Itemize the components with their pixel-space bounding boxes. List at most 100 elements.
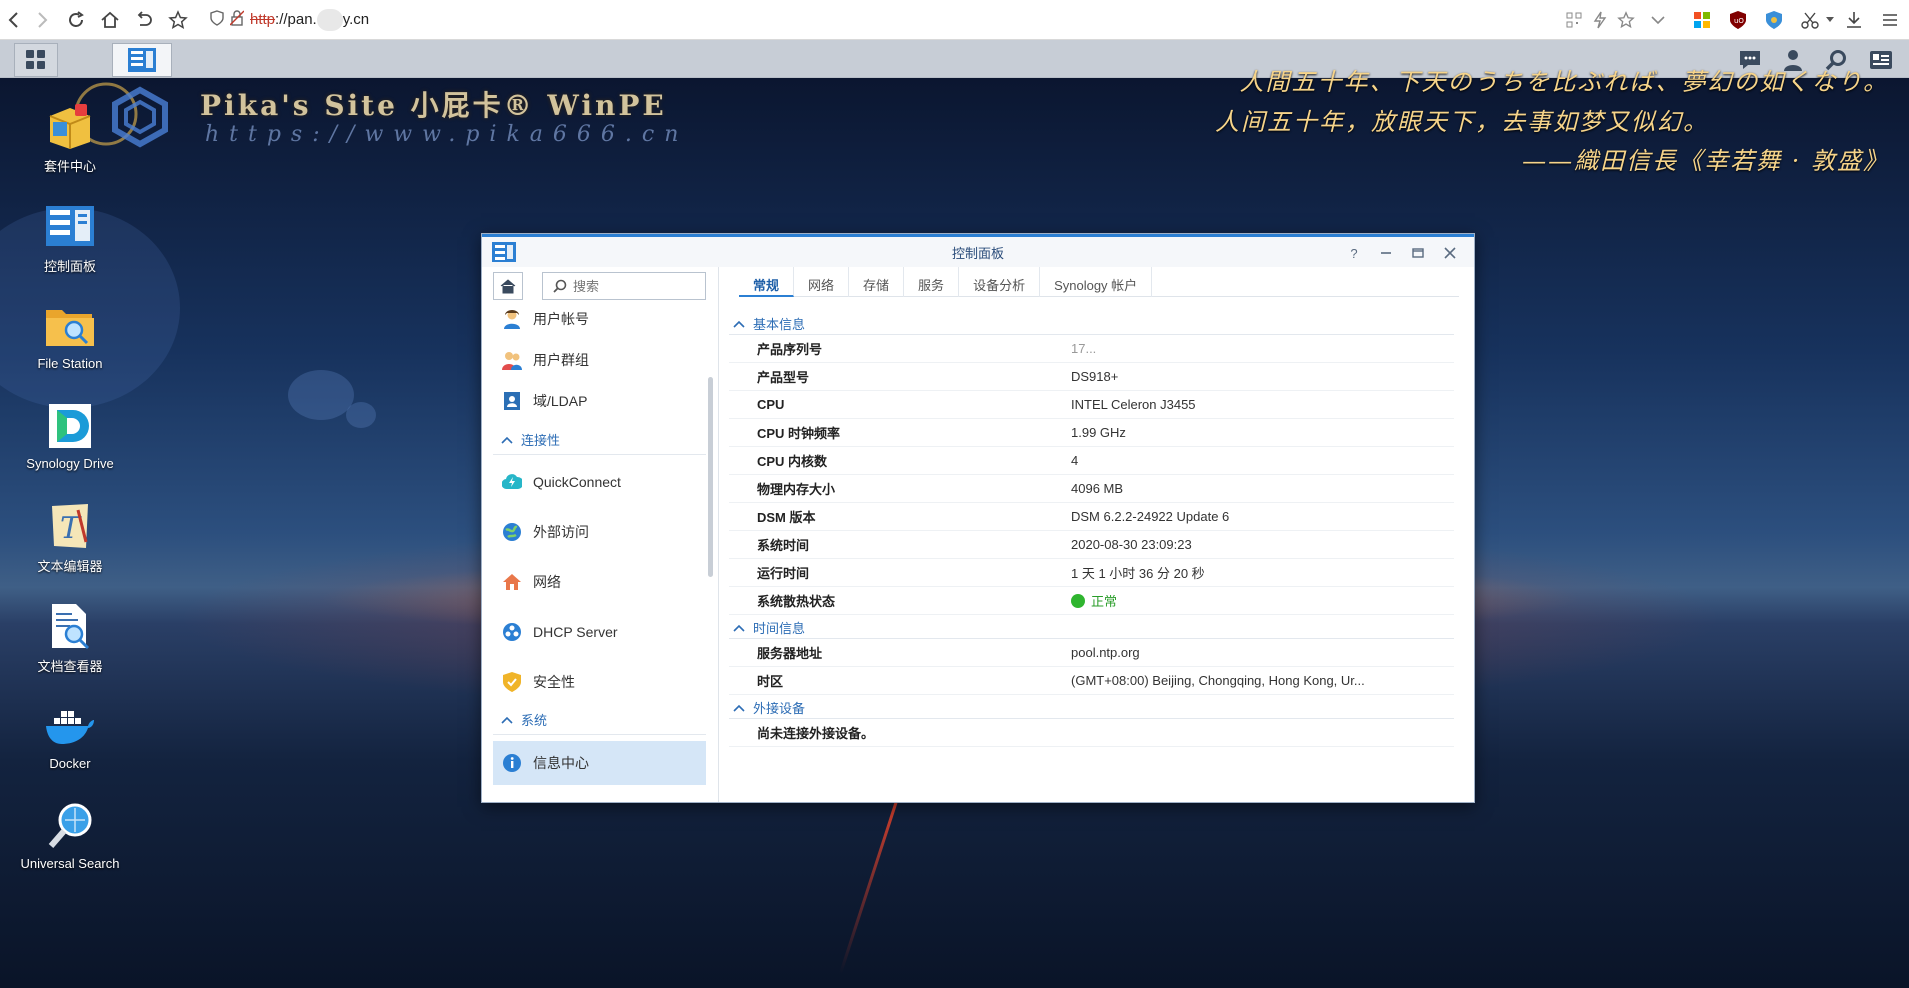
info-value: DS918+ bbox=[1071, 369, 1119, 384]
desktop-icon-label: 文档查看器 bbox=[37, 659, 103, 674]
maximize-icon[interactable] bbox=[1408, 244, 1428, 262]
forward-icon[interactable] bbox=[30, 8, 54, 32]
tab-device-analytics[interactable]: 设备分析 bbox=[959, 267, 1041, 297]
minimize-icon[interactable] bbox=[1376, 244, 1396, 262]
sidebar-item-dhcp-server[interactable]: DHCP Server bbox=[493, 610, 706, 654]
sidebar-item-label: 信息中心 bbox=[533, 755, 589, 771]
desktop-icon-document-viewer[interactable]: 文档查看器 bbox=[10, 602, 130, 675]
chevron-up-icon bbox=[733, 624, 745, 632]
favorite-star-icon[interactable] bbox=[1614, 8, 1638, 32]
home-button[interactable] bbox=[493, 272, 523, 300]
sidebar-item-user-group[interactable]: 用户群组 bbox=[493, 338, 706, 382]
tab-network[interactable]: 网络 bbox=[794, 267, 850, 297]
sidebar-item-label: 用户帐号 bbox=[533, 311, 589, 327]
background-glow bbox=[346, 402, 376, 428]
dhcp-server-icon bbox=[501, 621, 523, 643]
desktop-icon-synology-drive[interactable]: Synology Drive bbox=[10, 402, 130, 471]
window-title: 控制面板 bbox=[951, 245, 1004, 261]
insecure-lock-icon bbox=[229, 10, 245, 30]
apps-grid-icon[interactable] bbox=[1690, 8, 1714, 32]
window-title-bar[interactable]: 控制面板 ? bbox=[482, 237, 1474, 267]
info-row-system-time: 系统时间 2020-08-30 23:09:23 bbox=[729, 531, 1454, 559]
url-redacted bbox=[316, 9, 343, 31]
desktop-icon-label: File Station bbox=[37, 356, 103, 371]
menu-icon[interactable] bbox=[1878, 8, 1902, 32]
sidebar-item-network[interactable]: 网络 bbox=[493, 560, 706, 604]
info-value: 4 bbox=[1071, 453, 1079, 468]
sidebar-section-system[interactable]: 系统 bbox=[493, 705, 706, 735]
sidebar-item-info-center[interactable]: 信息中心 bbox=[493, 741, 706, 785]
info-row-uptime: 运行时间 1 天 1 小时 36 分 20 秒 bbox=[729, 559, 1454, 587]
tab-services[interactable]: 服务 bbox=[904, 267, 960, 297]
taskbar-control-panel[interactable] bbox=[112, 43, 172, 77]
main-menu-button[interactable] bbox=[14, 43, 58, 77]
desktop-icon-universal-search[interactable]: Universal Search bbox=[10, 802, 130, 871]
docker-icon bbox=[44, 702, 96, 750]
bookmark-star-icon[interactable] bbox=[166, 8, 190, 32]
reload-icon[interactable] bbox=[64, 8, 88, 32]
tab-synology-account[interactable]: Synology 帐户 bbox=[1040, 267, 1153, 297]
control-panel-icon bbox=[128, 48, 156, 72]
poem-line-3: ——織田信長《幸若舞 · 敦盛》 bbox=[1522, 147, 1889, 175]
undo-close-icon[interactable] bbox=[132, 8, 156, 32]
sidebar-section-connectivity[interactable]: 连接性 bbox=[493, 425, 706, 455]
help-icon[interactable]: ? bbox=[1344, 244, 1364, 262]
sidebar-item-user-account[interactable]: 用户帐号 bbox=[493, 307, 706, 341]
qr-code-icon[interactable] bbox=[1562, 8, 1586, 32]
home-icon[interactable] bbox=[98, 8, 122, 32]
ublock-icon[interactable]: uO bbox=[1726, 8, 1750, 32]
info-row-dsm-version: DSM 版本 DSM 6.2.2-24922 Update 6 bbox=[729, 503, 1454, 531]
shield-extension-icon[interactable] bbox=[1762, 8, 1786, 32]
quickconnect-icon bbox=[501, 471, 523, 493]
info-label: 尚未连接外接设备。 bbox=[757, 726, 875, 741]
search-field[interactable] bbox=[542, 272, 706, 300]
section-title: 基本信息 bbox=[753, 317, 806, 332]
search-icon bbox=[553, 279, 567, 293]
desktop-icon-text-editor[interactable]: T 文本编辑器 bbox=[10, 502, 130, 575]
sidebar-item-quickconnect[interactable]: QuickConnect bbox=[493, 460, 706, 504]
sidebar-section-label: 连接性 bbox=[521, 433, 561, 448]
section-basic-info[interactable]: 基本信息 bbox=[729, 313, 1454, 335]
sidebar: 用户帐号 用户群组 域/LDAP 连接性 bbox=[482, 267, 719, 802]
sidebar-item-security[interactable]: 安全性 bbox=[493, 660, 706, 704]
chevron-up-icon bbox=[733, 704, 745, 712]
universal-search-icon bbox=[44, 802, 96, 850]
section-external-devices[interactable]: 外接设备 bbox=[729, 697, 1454, 719]
desktop-icon-package-center[interactable]: 套件中心 bbox=[10, 102, 130, 175]
info-value: 17... bbox=[1071, 341, 1097, 356]
info-row-cpu-cores: CPU 内核数 4 bbox=[729, 447, 1454, 475]
tab-general[interactable]: 常规 bbox=[739, 267, 795, 297]
sidebar-item-external-access[interactable]: 外部访问 bbox=[493, 510, 706, 554]
info-label: 运行时间 bbox=[757, 566, 810, 581]
home-icon bbox=[500, 279, 516, 294]
tab-storage[interactable]: 存储 bbox=[849, 267, 905, 297]
info-label: 产品序列号 bbox=[757, 342, 823, 357]
desktop-icon-label: Docker bbox=[49, 756, 91, 771]
lightning-icon[interactable] bbox=[1588, 8, 1612, 32]
info-value: (GMT+08:00) Beijing, Chongqing, Hong Kon… bbox=[1071, 673, 1365, 688]
search-input[interactable] bbox=[573, 278, 693, 294]
scissors-dropdown-icon[interactable] bbox=[1818, 8, 1842, 32]
sidebar-scrollbar[interactable] bbox=[708, 377, 713, 577]
desktop-icon-label: Synology Drive bbox=[26, 456, 114, 471]
desktop-icon-file-station[interactable]: File Station bbox=[10, 302, 130, 371]
sidebar-item-domain-ldap[interactable]: 域/LDAP bbox=[493, 379, 706, 423]
status-text: 正常 bbox=[1091, 594, 1118, 609]
info-label: 服务器地址 bbox=[757, 646, 823, 661]
download-icon[interactable] bbox=[1842, 8, 1866, 32]
back-icon[interactable] bbox=[2, 8, 26, 32]
desktop-icon-docker[interactable]: Docker bbox=[10, 702, 130, 771]
desktop-icon-control-panel[interactable]: 控制面板 bbox=[10, 202, 130, 275]
info-row-cpu: CPU INTEL Celeron J3455 bbox=[729, 391, 1454, 419]
close-icon[interactable] bbox=[1440, 244, 1460, 262]
info-label: CPU 时钟频率 bbox=[757, 426, 841, 441]
control-panel-icon bbox=[492, 242, 516, 262]
chevron-down-icon[interactable] bbox=[1646, 8, 1670, 32]
domain-ldap-icon bbox=[501, 390, 523, 412]
site-logo: Pika's Site 小屁卡® WinPE https://www.pika6… bbox=[70, 78, 750, 158]
info-label: 时区 bbox=[757, 674, 784, 689]
desktop-icon-label: 文本编辑器 bbox=[37, 559, 103, 574]
control-panel-window: 控制面板 ? 用户帐号 bbox=[481, 233, 1475, 803]
section-time-info[interactable]: 时间信息 bbox=[729, 617, 1454, 639]
address-bar[interactable]: http://pan. y.cn bbox=[210, 6, 369, 34]
